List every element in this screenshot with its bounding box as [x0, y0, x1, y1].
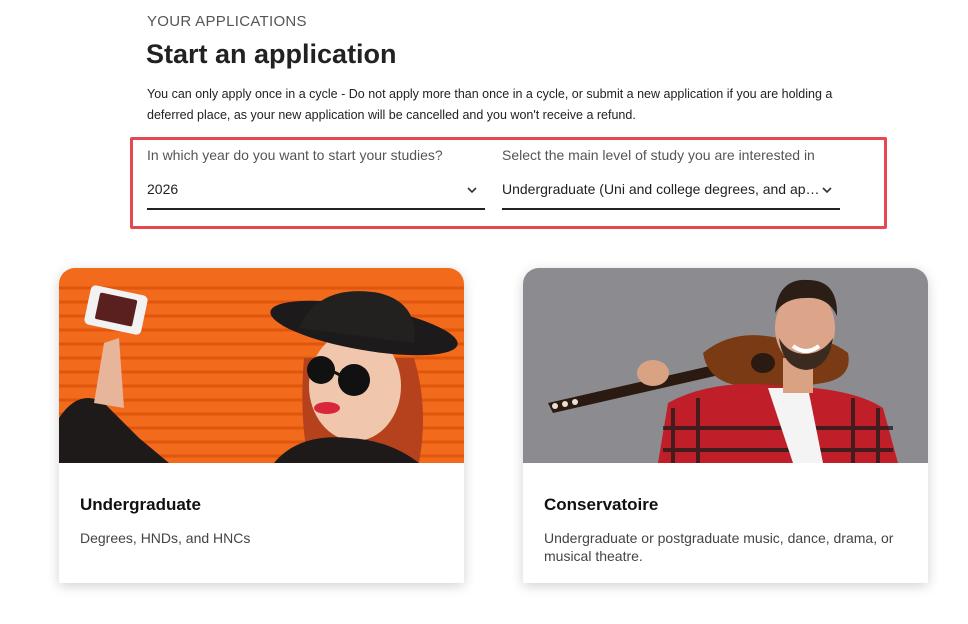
study-level-select[interactable]: Undergraduate (Uni and college degrees, … — [502, 170, 840, 210]
undergraduate-card-description: Degrees, HNDs, and HNCs — [80, 530, 251, 546]
start-year-select[interactable]: 2026 — [147, 170, 485, 210]
undergraduate-card[interactable]: Undergraduate Degrees, HNDs, and HNCs — [59, 268, 464, 583]
study-level-label: Select the main level of study you are i… — [502, 147, 815, 163]
application-notice: You can only apply once in a cycle - Do … — [147, 87, 833, 122]
page-title: Start an application — [146, 39, 397, 69]
conservatoire-card-title: Conservatoire — [544, 495, 659, 514]
study-selection-panel: In which year do you want to start your … — [130, 137, 887, 229]
chevron-down-icon — [467, 187, 477, 194]
man-with-guitar-photo — [523, 268, 928, 463]
start-year-value: 2026 — [147, 181, 179, 197]
chevron-down-icon — [822, 187, 832, 194]
start-year-label: In which year do you want to start your … — [147, 147, 443, 163]
conservatoire-card-description: Undergraduate or postgraduate music, dan… — [544, 530, 894, 564]
conservatoire-card[interactable]: Conservatoire Undergraduate or postgradu… — [523, 268, 928, 583]
undergraduate-card-title: Undergraduate — [80, 495, 201, 514]
study-level-value: Undergraduate (Uni and college degrees, … — [502, 181, 820, 197]
section-eyebrow: YOUR APPLICATIONS — [147, 13, 307, 30]
woman-taking-selfie-photo — [59, 268, 464, 463]
